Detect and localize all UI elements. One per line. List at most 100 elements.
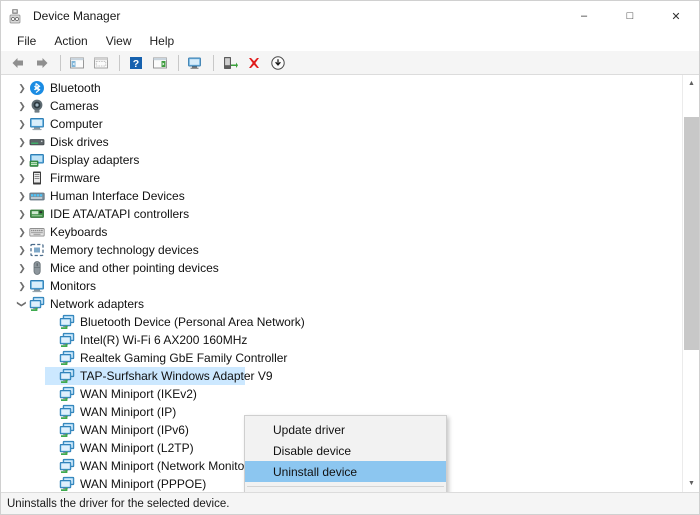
- disk-drive-icon: [29, 134, 45, 150]
- tree-item-label: IDE ATA/ATAPI controllers: [50, 207, 190, 221]
- tree-item-label: TAP-Surfshark Windows Adapter V9: [80, 369, 273, 383]
- tree-item[interactable]: ❯ Human Interface Devices: [1, 187, 682, 205]
- display-adapter-icon: [29, 152, 45, 168]
- device-manager-window: Device Manager – □ ✕ File Action View He…: [0, 0, 700, 515]
- tree-item[interactable]: TAP-Surfshark Windows Adapter V9: [1, 367, 682, 385]
- network-adapter-icon: [59, 350, 75, 366]
- properties-panel-icon[interactable]: [90, 53, 112, 73]
- chevron-right-icon[interactable]: ❯: [15, 241, 29, 259]
- tree-item-label: Realtek Gaming GbE Family Controller: [80, 351, 288, 365]
- network-adapter-icon: [59, 368, 75, 384]
- network-adapter-icon: [59, 332, 75, 348]
- chevron-right-icon[interactable]: ❯: [15, 97, 29, 115]
- help-icon[interactable]: ?: [125, 53, 147, 73]
- tree-item-label: WAN Miniport (IKEv2): [80, 387, 197, 401]
- tree-item-label: Firmware: [50, 171, 100, 185]
- chevron-right-icon[interactable]: ❯: [15, 151, 29, 169]
- tree-item[interactable]: ❯ Memory technology devices: [1, 241, 682, 259]
- tree-item[interactable]: Realtek Gaming GbE Family Controller: [1, 349, 682, 367]
- scan-hardware-changes-icon[interactable]: [184, 53, 206, 73]
- menu-bar: File Action View Help: [1, 31, 699, 51]
- toolbar-separator-3: [178, 54, 179, 71]
- context-menu-separator: [247, 486, 444, 487]
- tree-item[interactable]: Intel(R) Wi-Fi 6 AX200 160MHz: [1, 331, 682, 349]
- close-button[interactable]: ✕: [653, 1, 699, 31]
- chevron-right-icon[interactable]: ❯: [15, 79, 29, 97]
- network-adapter-icon: [59, 314, 75, 330]
- menu-help[interactable]: Help: [142, 32, 183, 50]
- mouse-icon: [29, 260, 45, 276]
- vertical-scrollbar[interactable]: ▲ ▼: [682, 75, 699, 492]
- uninstall-device-icon[interactable]: [243, 53, 265, 73]
- hid-icon: [29, 188, 45, 204]
- content-area: ❯ Bluetooth ❯ Cameras ❯ Computer ❯ Disk drives ❯…: [1, 75, 699, 492]
- chevron-right-icon[interactable]: ❯: [15, 223, 29, 241]
- status-text: Uninstalls the driver for the selected d…: [7, 497, 230, 510]
- monitor-icon: [29, 278, 45, 294]
- scrollbar-thumb[interactable]: [684, 117, 699, 350]
- window-title: Device Manager: [33, 9, 121, 23]
- tree-item[interactable]: ❯ Bluetooth: [1, 79, 682, 97]
- tree-item-label: Disk drives: [50, 135, 109, 149]
- tree-item[interactable]: WAN Miniport (IKEv2): [1, 385, 682, 403]
- update-driver-icon[interactable]: [219, 53, 241, 73]
- device-manager-icon: [9, 8, 25, 24]
- context-menu-item[interactable]: Scan for hardware changes: [245, 491, 446, 492]
- tree-item-label: Monitors: [50, 279, 97, 293]
- tree-item-label: Bluetooth Device (Personal Area Network): [80, 315, 305, 329]
- show-details-pane-icon[interactable]: [149, 53, 171, 73]
- tree-item-label: WAN Miniport (Network Monitor): [80, 459, 253, 473]
- tree-item-label: Computer: [50, 117, 103, 131]
- scroll-down-arrow-icon[interactable]: ▼: [683, 475, 699, 492]
- chevron-right-icon[interactable]: ❯: [15, 133, 29, 151]
- back-arrow-icon[interactable]: [7, 53, 29, 73]
- chevron-right-icon[interactable]: ❯: [15, 187, 29, 205]
- network-adapter-icon: [59, 386, 75, 402]
- context-menu: Update driver Disable device Uninstall dev…: [244, 415, 447, 492]
- context-menu-item[interactable]: Uninstall device: [245, 461, 446, 482]
- tree-item[interactable]: ❯ Mice and other pointing devices: [1, 259, 682, 277]
- scroll-up-arrow-icon[interactable]: ▲: [683, 75, 699, 92]
- tree-item-label: Keyboards: [50, 225, 108, 239]
- menu-action[interactable]: Action: [46, 32, 95, 50]
- chevron-right-icon[interactable]: ❯: [15, 259, 29, 277]
- tree-item-label: Human Interface Devices: [50, 189, 185, 203]
- network-adapter-icon: [59, 476, 75, 492]
- show-hide-console-tree-icon[interactable]: [66, 53, 88, 73]
- tree-item-label: Memory technology devices: [50, 243, 199, 257]
- tree-item[interactable]: ❯ Network adapters: [1, 295, 682, 313]
- context-menu-item[interactable]: Disable device: [245, 440, 446, 461]
- disable-device-icon[interactable]: [267, 53, 289, 73]
- network-adapter-icon: [59, 422, 75, 438]
- forward-arrow-icon[interactable]: [31, 53, 53, 73]
- tree-item-label: WAN Miniport (L2TP): [80, 441, 194, 455]
- tree-item[interactable]: ❯ Cameras: [1, 97, 682, 115]
- chevron-right-icon[interactable]: ❯: [15, 205, 29, 223]
- tree-item-label: Network adapters: [50, 297, 145, 311]
- maximize-button[interactable]: □: [607, 1, 653, 31]
- tree-item[interactable]: ❯ Firmware: [1, 169, 682, 187]
- toolbar-separator-1: [60, 54, 61, 71]
- status-bar: Uninstalls the driver for the selected d…: [1, 492, 699, 514]
- network-adapter-icon: [59, 458, 75, 474]
- menu-file[interactable]: File: [9, 32, 44, 50]
- memory-device-icon: [29, 242, 45, 258]
- tree-item[interactable]: Bluetooth Device (Personal Area Network): [1, 313, 682, 331]
- tree-item[interactable]: ❯ Computer: [1, 115, 682, 133]
- tree-item[interactable]: ❯ Keyboards: [1, 223, 682, 241]
- window-controls: – □ ✕: [561, 1, 699, 31]
- chevron-right-icon[interactable]: ❯: [15, 169, 29, 187]
- context-menu-item[interactable]: Update driver: [245, 419, 446, 440]
- tree-item[interactable]: ❯ Disk drives: [1, 133, 682, 151]
- title-bar: Device Manager – □ ✕: [1, 1, 699, 31]
- tree-item[interactable]: ❯ IDE ATA/ATAPI controllers: [1, 205, 682, 223]
- menu-view[interactable]: View: [98, 32, 140, 50]
- bluetooth-icon: [29, 80, 45, 96]
- chevron-right-icon[interactable]: ❯: [15, 115, 29, 133]
- minimize-button[interactable]: –: [561, 1, 607, 31]
- tree-item-label: Bluetooth: [50, 81, 101, 95]
- tree-item[interactable]: ❯ Monitors: [1, 277, 682, 295]
- chevron-right-icon[interactable]: ❯: [15, 277, 29, 295]
- tree-item[interactable]: ❯ Display adapters: [1, 151, 682, 169]
- tree-item-label: Intel(R) Wi-Fi 6 AX200 160MHz: [80, 333, 248, 347]
